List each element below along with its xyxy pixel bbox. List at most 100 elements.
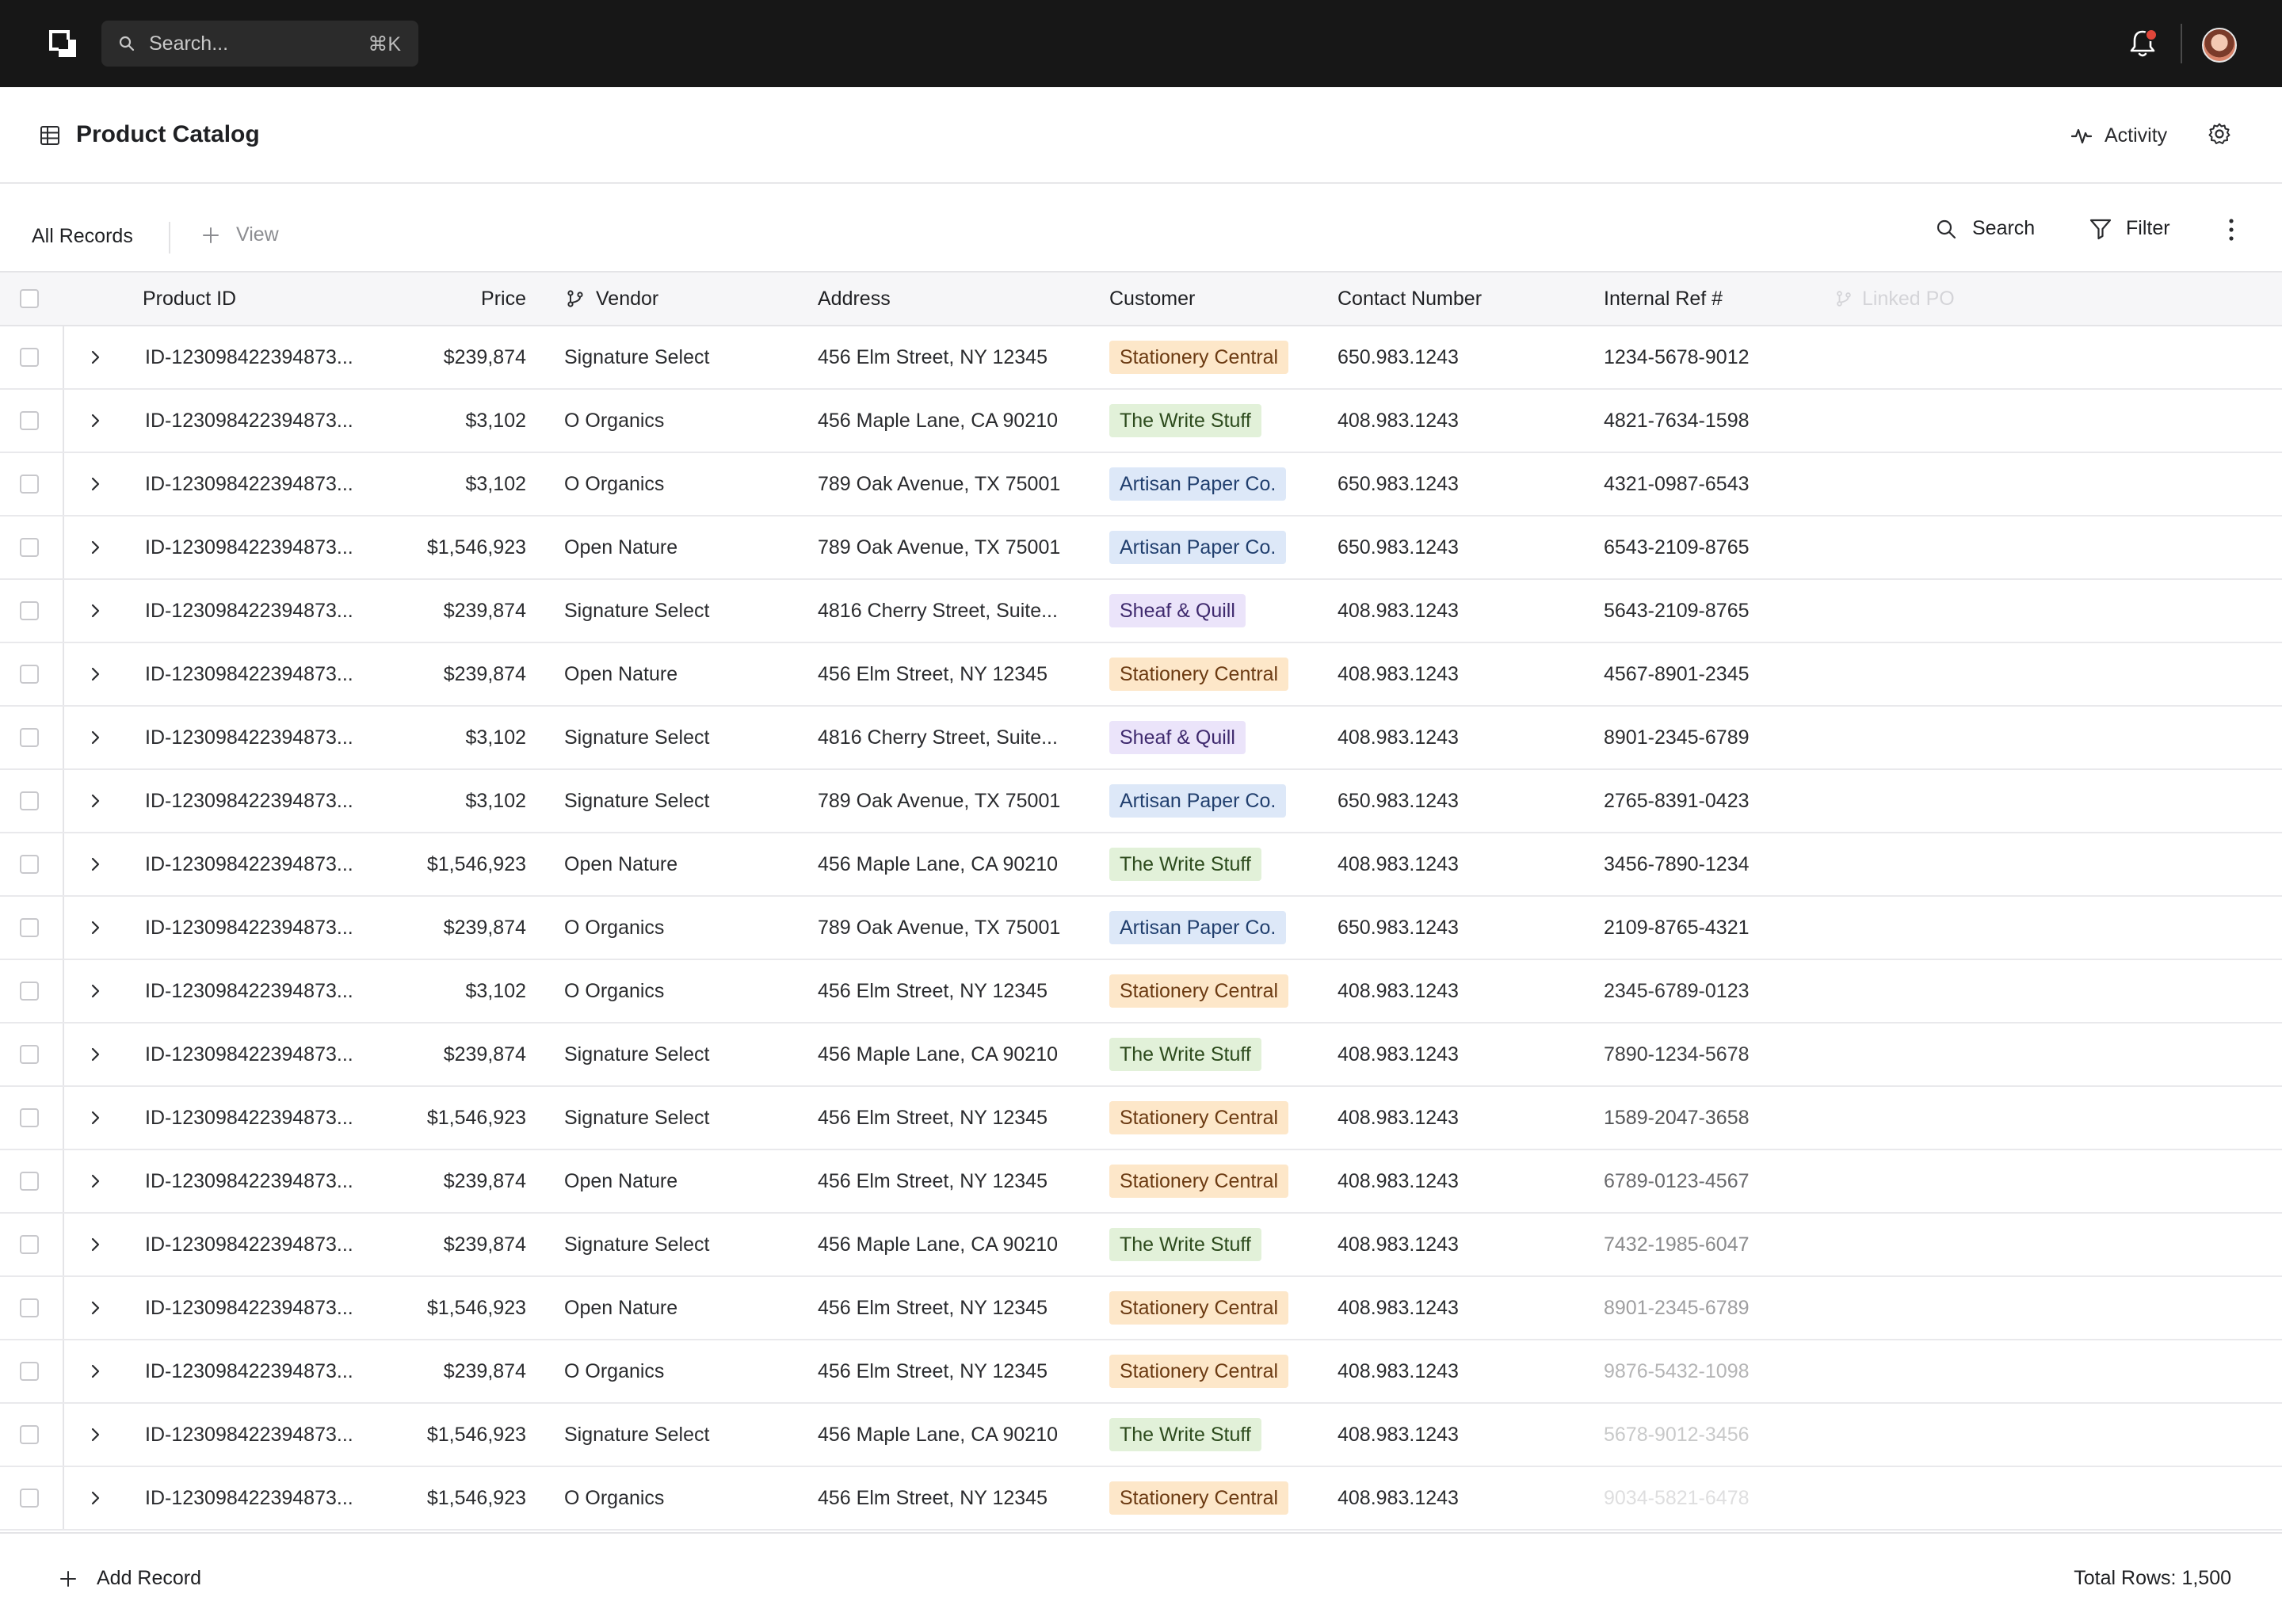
expand-chevron-icon[interactable] xyxy=(87,729,103,746)
expand-chevron-icon[interactable] xyxy=(87,1299,103,1317)
cell-contact-number[interactable]: 408.983.1243 xyxy=(1338,1150,1459,1212)
cell-internal-ref[interactable]: 6543-2109-8765 xyxy=(1604,517,1750,578)
cell-customer[interactable]: Stationery Central xyxy=(1109,1467,1289,1529)
cell-product-id[interactable]: ID-123098422394873... xyxy=(145,1404,353,1466)
filter-button[interactable]: Filter xyxy=(2089,217,2170,240)
cell-customer[interactable]: Stationery Central xyxy=(1109,960,1289,1022)
cell-contact-number[interactable]: 408.983.1243 xyxy=(1338,1087,1459,1149)
cell-vendor[interactable]: O Organics xyxy=(564,1340,664,1402)
row-checkbox[interactable] xyxy=(20,665,39,684)
cell-price[interactable]: $239,874 xyxy=(364,1340,526,1402)
cell-vendor[interactable]: Signature Select xyxy=(564,707,709,768)
column-header-product-id[interactable]: Product ID xyxy=(143,273,236,325)
expand-chevron-icon[interactable] xyxy=(87,1109,103,1127)
cell-product-id[interactable]: ID-123098422394873... xyxy=(145,897,353,959)
cell-internal-ref[interactable]: 9876-5432-1098 xyxy=(1604,1340,1750,1402)
cell-customer[interactable]: The Write Stuff xyxy=(1109,1404,1261,1466)
cell-product-id[interactable]: ID-123098422394873... xyxy=(145,1340,353,1402)
cell-vendor[interactable]: O Organics xyxy=(564,1467,664,1529)
row-checkbox[interactable] xyxy=(20,1425,39,1444)
cell-customer[interactable]: The Write Stuff xyxy=(1109,390,1261,452)
row-checkbox[interactable] xyxy=(20,1298,39,1317)
cell-price[interactable]: $3,102 xyxy=(364,960,526,1022)
cell-product-id[interactable]: ID-123098422394873... xyxy=(145,1277,353,1339)
row-checkbox[interactable] xyxy=(20,1489,39,1508)
cell-contact-number[interactable]: 650.983.1243 xyxy=(1338,517,1459,578)
table-row[interactable]: ID-123098422394873... $1,546,923 O Organic… xyxy=(0,1467,2282,1531)
row-checkbox[interactable] xyxy=(20,728,39,747)
cell-vendor[interactable]: Signature Select xyxy=(564,1087,709,1149)
cell-price[interactable]: $3,102 xyxy=(364,770,526,832)
cell-customer[interactable]: The Write Stuff xyxy=(1109,1024,1261,1085)
expand-chevron-icon[interactable] xyxy=(87,1363,103,1380)
cell-price[interactable]: $239,874 xyxy=(364,326,526,388)
cell-price[interactable]: $1,546,923 xyxy=(364,1404,526,1466)
cell-product-id[interactable]: ID-123098422394873... xyxy=(145,1087,353,1149)
cell-product-id[interactable]: ID-123098422394873... xyxy=(145,453,353,515)
add-view-button[interactable]: View xyxy=(201,223,279,246)
expand-chevron-icon[interactable] xyxy=(87,665,103,683)
row-checkbox[interactable] xyxy=(20,1362,39,1381)
cell-customer[interactable]: Stationery Central xyxy=(1109,643,1289,705)
cell-address[interactable]: 4816 Cherry Street, Suite... xyxy=(818,580,1058,642)
user-avatar[interactable] xyxy=(2202,28,2237,63)
row-checkbox[interactable] xyxy=(20,1172,39,1191)
cell-customer[interactable]: Sheaf & Quill xyxy=(1109,580,1246,642)
column-header-internal-ref[interactable]: Internal Ref # xyxy=(1604,273,1723,325)
cell-address[interactable]: 789 Oak Avenue, TX 75001 xyxy=(818,517,1060,578)
cell-contact-number[interactable]: 650.983.1243 xyxy=(1338,770,1459,832)
expand-chevron-icon[interactable] xyxy=(87,1172,103,1190)
cell-customer[interactable]: Artisan Paper Co. xyxy=(1109,770,1287,832)
row-checkbox[interactable] xyxy=(20,475,39,494)
cell-vendor[interactable]: O Organics xyxy=(564,897,664,959)
expand-chevron-icon[interactable] xyxy=(87,1426,103,1443)
cell-customer[interactable]: Stationery Central xyxy=(1109,1340,1289,1402)
cell-price[interactable]: $239,874 xyxy=(364,580,526,642)
cell-internal-ref[interactable]: 6789-0123-4567 xyxy=(1604,1150,1750,1212)
cell-address[interactable]: 456 Maple Lane, CA 90210 xyxy=(818,1024,1058,1085)
add-record-button[interactable]: Add Record xyxy=(59,1567,201,1590)
cell-internal-ref[interactable]: 4567-8901-2345 xyxy=(1604,643,1750,705)
cell-product-id[interactable]: ID-123098422394873... xyxy=(145,390,353,452)
cell-price[interactable]: $3,102 xyxy=(364,453,526,515)
cell-vendor[interactable]: Signature Select xyxy=(564,770,709,832)
expand-chevron-icon[interactable] xyxy=(87,1489,103,1507)
cell-product-id[interactable]: ID-123098422394873... xyxy=(145,1467,353,1529)
cell-customer[interactable]: Stationery Central xyxy=(1109,1087,1289,1149)
row-checkbox[interactable] xyxy=(20,601,39,620)
cell-contact-number[interactable]: 650.983.1243 xyxy=(1338,453,1459,515)
table-row[interactable]: ID-123098422394873... $1,546,923 Open Natu… xyxy=(0,517,2282,580)
table-row[interactable]: ID-123098422394873... $3,102 Signature Sel… xyxy=(0,707,2282,770)
column-header-address[interactable]: Address xyxy=(818,273,891,325)
cell-vendor[interactable]: Open Nature xyxy=(564,643,677,705)
cell-contact-number[interactable]: 408.983.1243 xyxy=(1338,580,1459,642)
cell-contact-number[interactable]: 408.983.1243 xyxy=(1338,833,1459,895)
table-row[interactable]: ID-123098422394873... $3,102 O Organics 456… xyxy=(0,390,2282,453)
cell-contact-number[interactable]: 408.983.1243 xyxy=(1338,390,1459,452)
expand-chevron-icon[interactable] xyxy=(87,919,103,936)
cell-address[interactable]: 456 Elm Street, NY 12345 xyxy=(818,1150,1048,1212)
expand-chevron-icon[interactable] xyxy=(87,412,103,429)
cell-address[interactable]: 456 Maple Lane, CA 90210 xyxy=(818,1214,1058,1275)
cell-internal-ref[interactable]: 1589-2047-3658 xyxy=(1604,1087,1750,1149)
cell-internal-ref[interactable]: 4821-7634-1598 xyxy=(1604,390,1750,452)
cell-price[interactable]: $239,874 xyxy=(364,1150,526,1212)
cell-internal-ref[interactable]: 9034-5821-6478 xyxy=(1604,1467,1750,1529)
tab-all-records[interactable]: All Records xyxy=(32,225,133,248)
cell-internal-ref[interactable]: 5678-9012-3456 xyxy=(1604,1404,1750,1466)
expand-chevron-icon[interactable] xyxy=(87,475,103,493)
cell-contact-number[interactable]: 650.983.1243 xyxy=(1338,326,1459,388)
row-checkbox[interactable] xyxy=(20,918,39,937)
cell-contact-number[interactable]: 408.983.1243 xyxy=(1338,960,1459,1022)
app-logo-icon[interactable] xyxy=(49,30,78,59)
cell-price[interactable]: $239,874 xyxy=(364,1024,526,1085)
expand-chevron-icon[interactable] xyxy=(87,1046,103,1063)
row-checkbox[interactable] xyxy=(20,1108,39,1127)
table-row[interactable]: ID-123098422394873... $239,874 Signature S… xyxy=(0,1024,2282,1087)
cell-address[interactable]: 456 Elm Street, NY 12345 xyxy=(818,643,1048,705)
cell-vendor[interactable]: Open Nature xyxy=(564,1277,677,1339)
cell-vendor[interactable]: O Organics xyxy=(564,960,664,1022)
cell-internal-ref[interactable]: 1234-5678-9012 xyxy=(1604,326,1750,388)
cell-price[interactable]: $1,546,923 xyxy=(364,1087,526,1149)
cell-address[interactable]: 4816 Cherry Street, Suite... xyxy=(818,707,1058,768)
